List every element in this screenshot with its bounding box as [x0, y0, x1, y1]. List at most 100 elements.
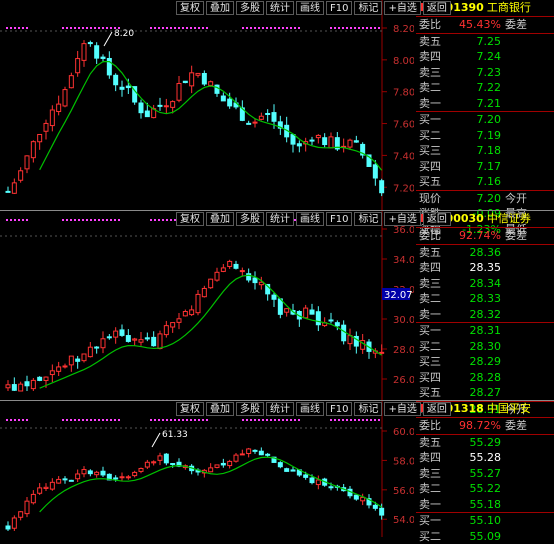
signal-dot [94, 419, 96, 421]
candle-body [76, 359, 80, 361]
candle-body [183, 312, 187, 316]
signal-dot [182, 27, 184, 29]
back-button[interactable]: 返回 [423, 1, 451, 15]
overlay-button[interactable]: 叠加 [206, 212, 234, 226]
mark-button[interactable]: 标记 [354, 1, 382, 15]
overlay-button[interactable]: 叠加 [206, 402, 234, 416]
candle-body [380, 508, 384, 515]
kline-chart-3[interactable]: 60.0058.0056.0054.0061.33 [0, 401, 414, 537]
statistics-button[interactable]: 统计 [266, 1, 294, 15]
candle-body [177, 319, 181, 323]
candle-body [316, 480, 320, 485]
f10-button[interactable]: F10 [326, 212, 352, 226]
signal-dot [338, 27, 340, 29]
quote-panel-1: LR 601390 工商银行 委比 45.43% 委差 卖五7.25卖四7.24… [416, 0, 554, 210]
signal-dot [26, 419, 28, 421]
bid-row: 买二55.09 [416, 529, 554, 544]
statistics-button[interactable]: 统计 [266, 402, 294, 416]
axis-tick-label: 7.40 [393, 151, 414, 162]
candle-body [114, 331, 118, 337]
signal-dot [206, 27, 208, 29]
candle-body [228, 261, 232, 266]
candle-body [38, 488, 42, 493]
candle-body [107, 58, 111, 74]
signal-dot [278, 419, 280, 421]
candle-body [171, 464, 175, 465]
candle-body [373, 505, 377, 508]
back-button[interactable]: 返回 [423, 402, 451, 416]
signal-dot [298, 27, 300, 29]
signal-dot [110, 419, 112, 421]
candle-body [139, 340, 143, 343]
signal-dot [154, 219, 156, 221]
candle-body [196, 73, 200, 75]
candle-body [57, 479, 61, 483]
signal-dot [78, 27, 80, 29]
stock-panel-3: 60.0058.0056.0054.0061.33 复权 叠加 多股 统计 画线… [0, 401, 554, 537]
signal-dot [282, 27, 284, 29]
kline-chart-1[interactable]: 8.208.007.807.607.407.208.20 [0, 0, 414, 210]
add-watchlist-button[interactable]: +自选 [384, 1, 420, 15]
ask-row: 卖二28.33 [416, 291, 554, 307]
candle-body [221, 268, 225, 271]
candle-body [76, 474, 80, 479]
draw-line-button[interactable]: 画线 [296, 1, 324, 15]
axis-tick-label: 28.00 [393, 345, 414, 356]
f10-button[interactable]: F10 [326, 402, 352, 416]
signal-dot [102, 27, 104, 29]
kline-chart-2[interactable]: 36.0034.0032.0030.0028.0026.0032.07 [0, 211, 414, 400]
signal-dot [18, 219, 20, 221]
signal-dot [106, 419, 108, 421]
signal-dot [370, 419, 372, 421]
signal-dot [270, 27, 272, 29]
overlay-button[interactable]: 叠加 [206, 1, 234, 15]
signal-dot [254, 27, 256, 29]
candle-body [373, 165, 377, 178]
f10-button[interactable]: F10 [326, 1, 352, 15]
multi-stock-button[interactable]: 多股 [236, 1, 264, 15]
candle-body [120, 87, 124, 89]
mark-button[interactable]: 标记 [354, 402, 382, 416]
signal-dot [74, 27, 76, 29]
signal-dot [74, 419, 76, 421]
multi-stock-button[interactable]: 多股 [236, 402, 264, 416]
back-button[interactable]: 返回 [423, 212, 451, 226]
signal-dot [366, 27, 368, 29]
signal-dot [358, 419, 360, 421]
chart-toolbar: 复权 叠加 多股 统计 画线 F10 标记 +自选 返回 [176, 1, 451, 15]
signal-dot [106, 219, 108, 221]
mark-button[interactable]: 标记 [354, 212, 382, 226]
ask-row: 卖五28.36 [416, 245, 554, 261]
signal-dot [74, 219, 76, 221]
signal-dot [378, 27, 380, 29]
candle-body [259, 282, 263, 284]
signal-dot [366, 419, 368, 421]
draw-line-button[interactable]: 画线 [296, 402, 324, 416]
add-watchlist-button[interactable]: +自选 [384, 402, 420, 416]
statistics-button[interactable]: 统计 [266, 212, 294, 226]
signal-dot [202, 27, 204, 29]
add-watchlist-button[interactable]: +自选 [384, 212, 420, 226]
restore-rights-button[interactable]: 复权 [176, 402, 204, 416]
draw-line-button[interactable]: 画线 [296, 212, 324, 226]
signal-dot [286, 27, 288, 29]
signal-dot [118, 419, 120, 421]
signal-dot [14, 27, 16, 29]
candle-body [44, 487, 48, 488]
restore-rights-button[interactable]: 复权 [176, 212, 204, 226]
signal-dot [258, 419, 260, 421]
candle-body [63, 479, 67, 480]
candle-body [50, 371, 54, 375]
restore-rights-button[interactable]: 复权 [176, 1, 204, 15]
candle-body [19, 512, 23, 518]
quote-panel-2: LR 600030 中信证券 委比 92.74% 委差 卖五28.36卖四28.… [416, 211, 554, 400]
candle-body [329, 137, 333, 148]
axis-tick-label: 26.00 [393, 375, 414, 386]
signal-dot [358, 27, 360, 29]
candle-body [107, 337, 111, 338]
candle-body [171, 323, 175, 327]
multi-stock-button[interactable]: 多股 [236, 212, 264, 226]
candle-body [234, 455, 238, 461]
signal-dot [158, 27, 160, 29]
candle-body [88, 347, 92, 356]
